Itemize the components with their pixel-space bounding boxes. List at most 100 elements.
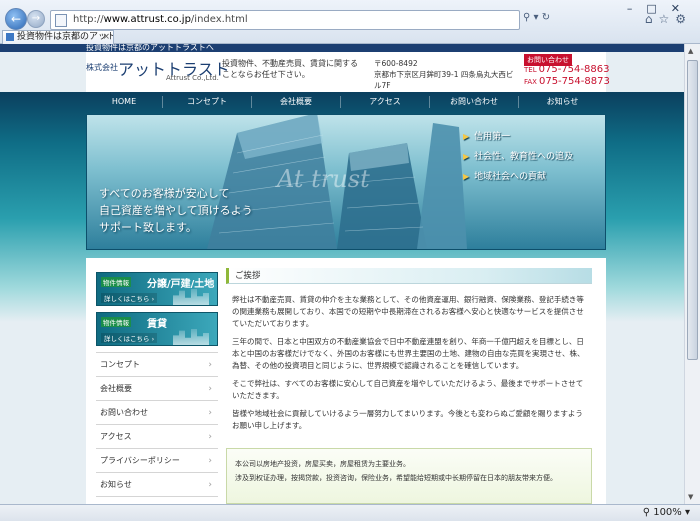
chevron-right-icon: › [208, 384, 212, 394]
nav-company[interactable]: 会社概要 [252, 92, 340, 112]
zoom-level[interactable]: ⚲ 100% ▾ [643, 507, 690, 518]
scroll-thumb[interactable] [687, 60, 698, 360]
feature-item: ▶ 地域社会への貢献 [463, 167, 603, 187]
scroll-up-icon[interactable]: ▲ [688, 47, 693, 55]
feature-item: ▶ 社会性、教育性への追及 [463, 147, 603, 167]
banner-rental-properties[interactable]: 物件情報 賃貸 詳しくはこちら › [96, 312, 218, 346]
greeting-paragraph: そこで弊社は、すべてのお客様に安心して自己資産を増やしていただけるよう、最後まで… [232, 379, 584, 400]
browser-tab[interactable]: 投資物件は京都のアット... × [2, 30, 114, 44]
banner-more-link[interactable]: 詳しくはこちら › [101, 293, 158, 303]
refresh-icon[interactable]: ↻ [542, 12, 550, 23]
nav-news[interactable]: お知らせ [519, 92, 606, 112]
street-address: 京都市下京区月鉾町39-1 四条烏丸大西ビル7F [374, 70, 514, 90]
banner-title: 賃貸 [147, 319, 167, 330]
hero-copy-line: 自己資産を増やして頂けるよう [99, 204, 253, 217]
greeting-paragraph: 弊社は不動産売買、賃貸の仲介を主な業務として、その他資産運用、銀行融資、保険業務… [232, 295, 584, 328]
banner-sale-properties[interactable]: 物件情報 分譲/戸建/土地 詳しくはこちら › [96, 272, 218, 306]
nav-access[interactable]: アクセス [341, 92, 429, 112]
feature-label: 社会性、教育性への追及 [474, 152, 574, 162]
home-icon[interactable]: ⌂ [645, 12, 659, 26]
star-icon[interactable]: ☆ [658, 12, 675, 26]
greeting-paragraph: 三年の間で、日本と中国双方の不動産業協会で日中不動産連盟を創り、年商一千億円超え… [232, 337, 585, 370]
chevron-right-icon: › [208, 480, 212, 490]
tab-strip: 投資物件は京都のアット... × [0, 30, 700, 44]
sidebar-item-label: 会社概要 [100, 384, 132, 393]
logo-english: Attrust Co.,Ltd. [166, 74, 219, 82]
arrow-right-icon: → [31, 13, 41, 24]
zoom-value: 100% [653, 507, 682, 518]
site-tagline: 投資物件は京都のアットトラストへ [86, 44, 214, 52]
minimize-icon[interactable]: – [627, 2, 647, 15]
nav-contact[interactable]: お問い合わせ [430, 92, 518, 112]
nav-home[interactable]: HOME [86, 92, 162, 112]
forward-button[interactable]: → [27, 10, 45, 28]
content-area: 物件情報 分譲/戸建/土地 詳しくはこちら › 物件情報 賃貸 詳しくはこちら … [86, 258, 606, 504]
scroll-down-icon[interactable]: ▼ [688, 493, 693, 501]
sidebar-item-concept[interactable]: コンセプト › [96, 353, 218, 377]
tel-label: TEL [524, 66, 537, 74]
banner-more-link[interactable]: 詳しくはこちら › [101, 333, 158, 343]
url-scheme: http:// [73, 14, 104, 25]
fax-number: 075-754-8873 [538, 76, 610, 87]
postal-code: 〒600-8492 [374, 59, 418, 68]
hero-copy-line: サポート致します。 [99, 221, 197, 234]
tab-close-icon[interactable]: × [102, 31, 110, 43]
sidebar-item-label: お知らせ [100, 480, 132, 489]
favicon-icon [6, 33, 14, 41]
sidebar-menu: コンセプト › 会社概要 › お問い合わせ › アクセス › プライバシーポリシー › お… [96, 352, 218, 497]
tab-title: 投資物件は京都のアット... [17, 32, 114, 42]
section-title: ご挨拶 [226, 268, 592, 284]
hero-banner: At trust すべてのお客様が安心して 自己資産を増やして頂けるよう サポー… [86, 114, 606, 250]
browser-toolbar: ← → http://www.attrust.co.jp/index.html … [0, 0, 700, 44]
chinese-line: 本公司以房地产投资，房屋买卖，房屋租赁为主要业务。 [235, 460, 410, 468]
site-header: 株式会社 アットトラスト Attrust Co.,Ltd. 投資物件、不動産売買… [86, 52, 610, 92]
chevron-right-icon: › [208, 456, 212, 466]
chinese-line: 涉及到权证办理，按揭贷款，投资咨询，保险业务，希望能给短期或中长期停留在日本的朋… [235, 474, 557, 482]
arrow-left-icon: ← [10, 12, 22, 26]
status-bar: ⚲ 100% ▾ [0, 504, 700, 521]
greeting-text: 弊社は不動産売買、賃貸の仲介を主な業務として、その他資産運用、銀行融資、保険業務… [232, 294, 586, 432]
sidebar-item-label: アクセス [100, 432, 132, 441]
hero-copy-line: すべてのお客様が安心して [99, 187, 230, 200]
city-skyline-icon [173, 289, 209, 305]
back-button[interactable]: ← [5, 8, 27, 30]
sidebar: 物件情報 分譲/戸建/土地 詳しくはこちら › 物件情報 賃貸 詳しくはこちら … [96, 272, 218, 497]
triangle-bullet-icon: ▶ [463, 172, 470, 181]
banner-tag: 物件情報 [101, 317, 131, 327]
search-icon[interactable]: ⚲ [523, 12, 530, 23]
page-viewport: 投資物件は京都のアットトラストへ 株式会社 アットトラスト Attrust Co… [0, 44, 684, 504]
url-path: /index.html [190, 14, 248, 25]
tel-number: 075-754-8863 [538, 64, 610, 75]
main-content: ご挨拶 弊社は不動産売買、賃貸の仲介を主な業務として、その他資産運用、銀行融資、… [226, 268, 592, 438]
browser-icons: ⌂☆⚙ [645, 12, 692, 26]
sidebar-item-company[interactable]: 会社概要 › [96, 377, 218, 401]
dropdown-icon[interactable]: ▾ [534, 12, 539, 23]
contact-numbers: TEL 075-754-8863 FAX 075-754-8873 [524, 64, 610, 88]
address-tools: ⚲ ▾ ↻ [523, 12, 550, 23]
company-address: 〒600-8492 京都市下京区月鉾町39-1 四条烏丸大西ビル7F [374, 58, 519, 91]
triangle-bullet-icon: ▶ [463, 132, 470, 141]
sidebar-item-contact[interactable]: お問い合わせ › [96, 401, 218, 425]
nav-concept[interactable]: コンセプト [163, 92, 251, 112]
vertical-scrollbar[interactable]: ▲ ▼ [684, 44, 700, 504]
magnifier-icon: ⚲ [642, 507, 651, 518]
hero-features: ▶ 信用第一 ▶ 社会性、教育性への追及 ▶ 地域社会への貢献 [463, 127, 603, 187]
chevron-right-icon: › [208, 432, 212, 442]
hero-watermark: At trust [277, 165, 370, 193]
main-nav: HOME コンセプト 会社概要 アクセス お問い合わせ お知らせ [86, 92, 606, 112]
logo-prefix: 株式会社 [86, 63, 118, 72]
sidebar-item-label: お問い合わせ [100, 408, 148, 417]
feature-label: 信用第一 [474, 132, 511, 142]
sidebar-item-news[interactable]: お知らせ › [96, 473, 218, 497]
sidebar-item-access[interactable]: アクセス › [96, 425, 218, 449]
triangle-bullet-icon: ▶ [463, 152, 470, 161]
banner-title: 分譲/戸建/土地 [147, 279, 215, 290]
url-host: www.attrust.co.jp [103, 14, 191, 25]
address-bar[interactable]: http://www.attrust.co.jp/index.html [50, 10, 520, 30]
greeting-paragraph: 皆様や地域社会に貢献していけるよう一層努力してまいります。今後とも変わらぬご愛顧… [232, 409, 583, 430]
chevron-right-icon: › [208, 408, 212, 418]
gear-icon[interactable]: ⚙ [675, 12, 692, 26]
sidebar-item-privacy[interactable]: プライバシーポリシー › [96, 449, 218, 473]
chinese-info-box: 本公司以房地产投资，房屋买卖，房屋租赁为主要业务。 涉及到权证办理，按揭贷款，投… [226, 448, 592, 504]
banner-tag: 物件情報 [101, 277, 131, 287]
